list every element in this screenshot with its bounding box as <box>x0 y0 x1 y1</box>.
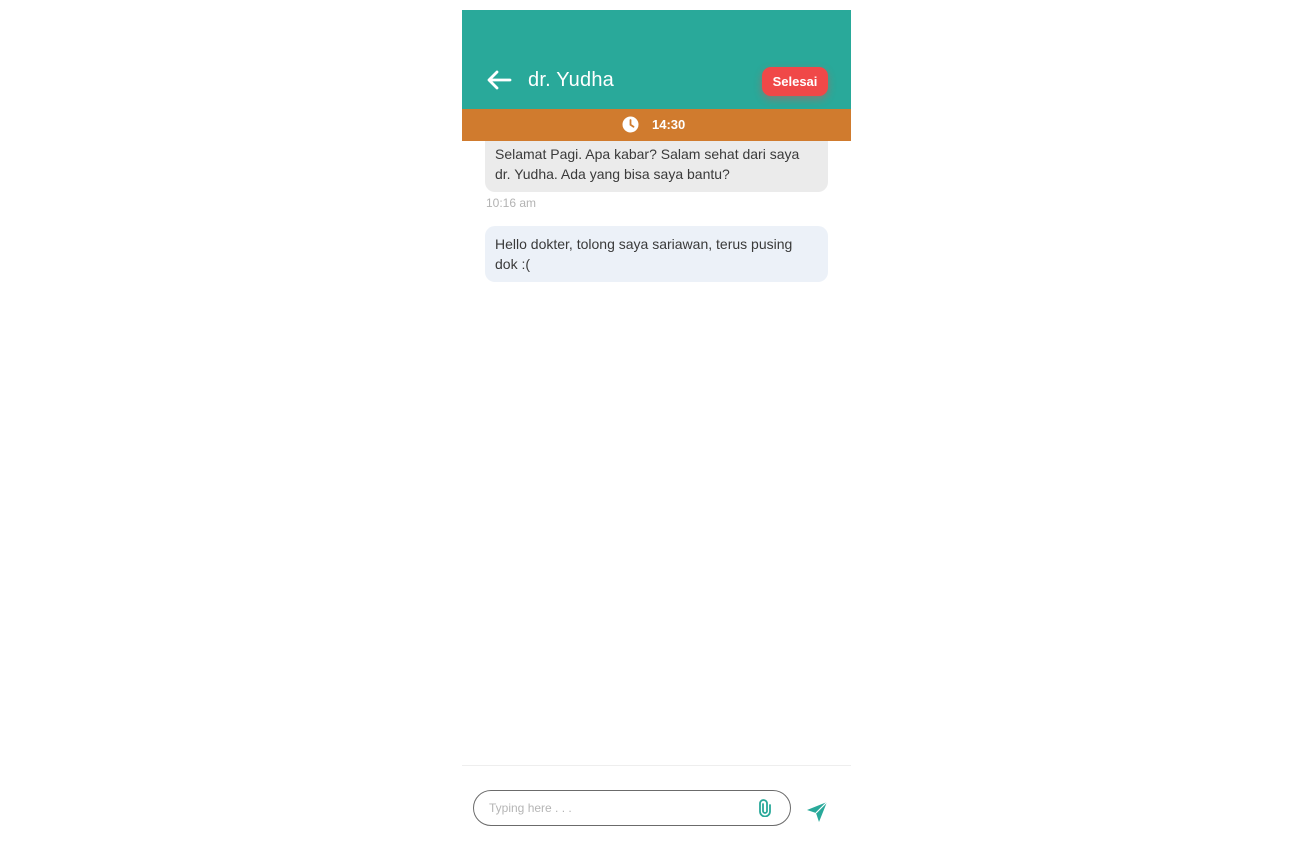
end-session-button[interactable]: Selesai <box>762 67 828 96</box>
arrow-left-icon[interactable] <box>486 68 512 92</box>
composer-divider <box>462 765 851 766</box>
clock-icon <box>622 116 639 133</box>
chat-screen: dr. Yudha Selesai 14:30 Selamat Pagi. Ap… <box>462 10 851 864</box>
session-timer: 14:30 <box>652 117 686 132</box>
message-composer <box>473 790 791 826</box>
send-icon[interactable] <box>805 800 829 824</box>
chat-header: dr. Yudha Selesai <box>462 10 851 109</box>
doctor-name-title: dr. Yudha <box>528 69 614 91</box>
message-input[interactable] <box>489 798 739 818</box>
message-timestamp: 10:16 am <box>486 196 537 210</box>
timer-bar: 14:30 <box>462 109 851 141</box>
doctor-message-bubble: Selamat Pagi. Apa kabar? Salam sehat dar… <box>485 141 828 192</box>
user-message-bubble: Hello dokter, tolong saya sariawan, teru… <box>485 226 828 282</box>
paperclip-icon[interactable] <box>756 799 774 818</box>
